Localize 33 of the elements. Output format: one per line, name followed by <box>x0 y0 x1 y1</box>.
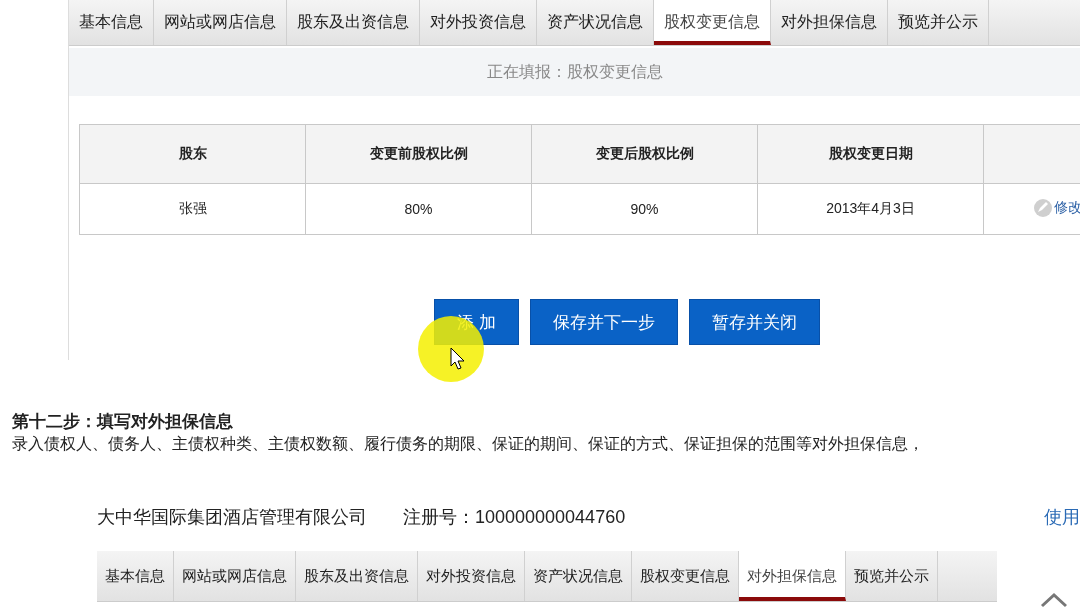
scroll-up-icon[interactable] <box>1040 592 1068 608</box>
column-header: 变更后股权比例 <box>531 124 758 184</box>
company-name: 大中华国际集团酒店管理有限公司 <box>97 506 367 529</box>
tab[interactable]: 网站或网店信息 <box>174 551 296 601</box>
tab[interactable]: 基本信息 <box>69 0 154 45</box>
tab[interactable]: 基本信息 <box>97 551 174 601</box>
registration-number: 注册号：100000000044760 <box>403 506 626 529</box>
action-button[interactable]: 暂存并关闭 <box>688 299 820 345</box>
step-description: 录入债权人、债务人、主债权种类、主债权数额、履行债务的期限、保证的期间、保证的方式、保证担保的范围等对外担保信息， <box>12 434 925 454</box>
status-text: 正在填报：股权变更信息 <box>487 61 663 82</box>
tab[interactable]: 预览并公示 <box>846 551 938 601</box>
step-title: 第十二步：填写对外担保信息 <box>12 411 234 433</box>
tab[interactable]: 对外担保信息 <box>771 0 888 45</box>
column-header: 变更前股权比例 <box>305 124 532 184</box>
pencil-icon <box>1033 197 1053 218</box>
table-cell: 80% <box>305 183 532 235</box>
tab[interactable]: 对外担保信息 <box>739 551 846 601</box>
column-header: 股东 <box>79 124 306 184</box>
table-cell: 张强 <box>79 183 306 235</box>
tab[interactable]: 对外投资信息 <box>420 0 537 45</box>
tab[interactable]: 预览并公示 <box>888 0 989 45</box>
tab[interactable]: 对外投资信息 <box>418 551 525 601</box>
tab[interactable]: 股东及出资信息 <box>296 551 418 601</box>
action-button[interactable]: 保存并下一步 <box>529 299 678 345</box>
tab[interactable]: 股权变更信息 <box>654 0 771 45</box>
tab[interactable]: 网站或网店信息 <box>154 0 287 45</box>
tab[interactable]: 股东及出资信息 <box>287 0 420 45</box>
tab[interactable]: 资产状况信息 <box>525 551 632 601</box>
cursor-icon <box>450 347 466 371</box>
table-cell: 2013年4月3日 <box>757 183 984 235</box>
help-link[interactable]: 使用 <box>1044 505 1080 529</box>
table-cell: 90% <box>531 183 758 235</box>
column-header: 股权变更日期 <box>757 124 984 184</box>
